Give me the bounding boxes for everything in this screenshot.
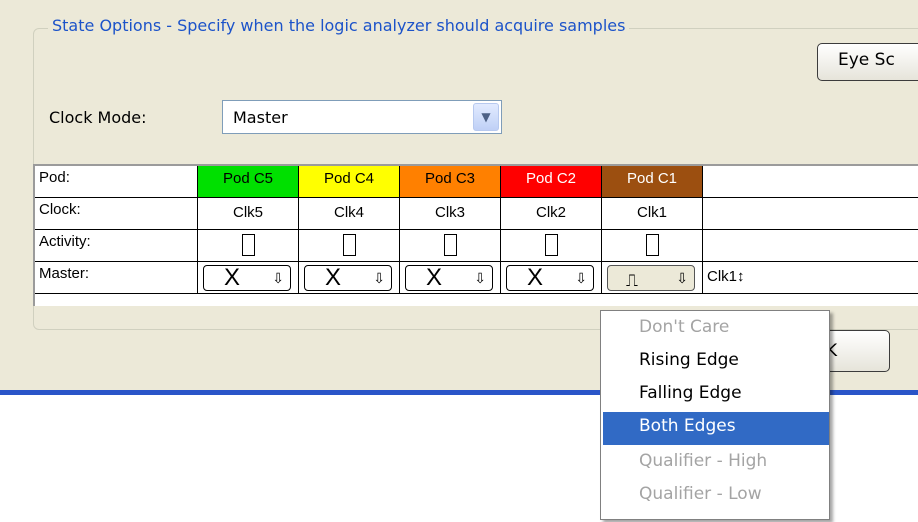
empty-cell [703,198,918,230]
pod-grid: Pod: Pod C5 Pod C4 Pod C3 Pod C2 Pod C1 … [33,164,918,306]
menu-item-dont-care[interactable]: Don't Care [603,313,829,346]
double-chevron-down-icon: ⇩ [676,270,688,286]
clock-cell: Clk1 [602,198,703,230]
activity-cell [602,230,703,262]
activity-row: Activity: [35,230,918,262]
master-row: Master: X ⇩ X ⇩ X ⇩ X ⇩ ⎍ ⇩ Clk1↕ [35,262,918,294]
edge-select[interactable]: X ⇩ [405,264,493,291]
activity-indicator-icon [342,234,356,256]
clock-row-label: Clock: [35,198,198,230]
menu-item-qualifier-low[interactable]: Qualifier - Low [603,480,829,513]
edge-select-active[interactable]: ⎍ ⇩ [607,265,695,291]
master-cell: X ⇩ [400,262,501,294]
activity-cell [198,230,299,262]
master-cell: X ⇩ [501,262,602,294]
empty-cell [703,230,918,262]
pod-header: Pod C2 [501,166,602,198]
activity-indicator-icon [443,234,457,256]
dont-care-icon: X [527,264,544,291]
clock-row: Clock: Clk5 Clk4 Clk3 Clk2 Clk1 [35,198,918,230]
edge-dropdown-menu: Don't Care Rising Edge Falling Edge Both… [600,310,830,520]
menu-item-both-edges[interactable]: Both Edges [603,412,829,445]
clock-cell: Clk3 [400,198,501,230]
double-chevron-down-icon: ⇩ [575,270,587,286]
double-chevron-down-icon: ⇩ [474,270,486,286]
chevron-down-icon[interactable]: ▼ [473,103,499,131]
master-cell: X ⇩ [198,262,299,294]
groupbox-title: State Options - Specify when the logic a… [48,16,630,35]
edge-select[interactable]: X ⇩ [203,264,291,291]
pod-header: Pod C4 [299,166,400,198]
clock-mode-select[interactable]: Master ▼ [222,100,502,134]
clock-cell: Clk5 [198,198,299,230]
menu-item-falling-edge[interactable]: Falling Edge [603,379,829,412]
menu-item-qualifier-high[interactable]: Qualifier - High [603,447,829,480]
activity-indicator-icon [544,234,558,256]
pod-header: Pod C5 [198,166,299,198]
empty-cell [703,166,918,198]
double-chevron-down-icon: ⇩ [272,270,284,286]
master-cell: ⎍ ⇩ [602,262,703,294]
menu-item-rising-edge[interactable]: Rising Edge [603,346,829,379]
clock-mode-label: Clock Mode: [49,108,147,127]
pod-row: Pod: Pod C5 Pod C4 Pod C3 Pod C2 Pod C1 [35,166,918,198]
dont-care-icon: X [325,264,342,291]
double-chevron-down-icon: ⇩ [373,270,385,286]
edge-select[interactable]: X ⇩ [304,264,392,291]
activity-cell [501,230,602,262]
eye-scan-button[interactable]: Eye Sc [817,43,918,81]
master-row-label: Master: [35,262,198,294]
master-cell: X ⇩ [299,262,400,294]
activity-cell [299,230,400,262]
pod-header: Pod C3 [400,166,501,198]
dont-care-icon: X [224,264,241,291]
clock-cell: Clk4 [299,198,400,230]
master-summary: Clk1↕ [703,262,918,294]
activity-row-label: Activity: [35,230,198,262]
clock-cell: Clk2 [501,198,602,230]
pod-row-label: Pod: [35,166,198,198]
edge-select[interactable]: X ⇩ [506,264,594,291]
activity-indicator-icon [645,234,659,256]
clock-mode-value: Master [233,108,288,127]
dont-care-icon: X [426,264,443,291]
pod-header: Pod C1 [602,166,703,198]
activity-indicator-icon [241,234,255,256]
activity-cell [400,230,501,262]
both-edges-icon: ⎍ [626,271,638,290]
